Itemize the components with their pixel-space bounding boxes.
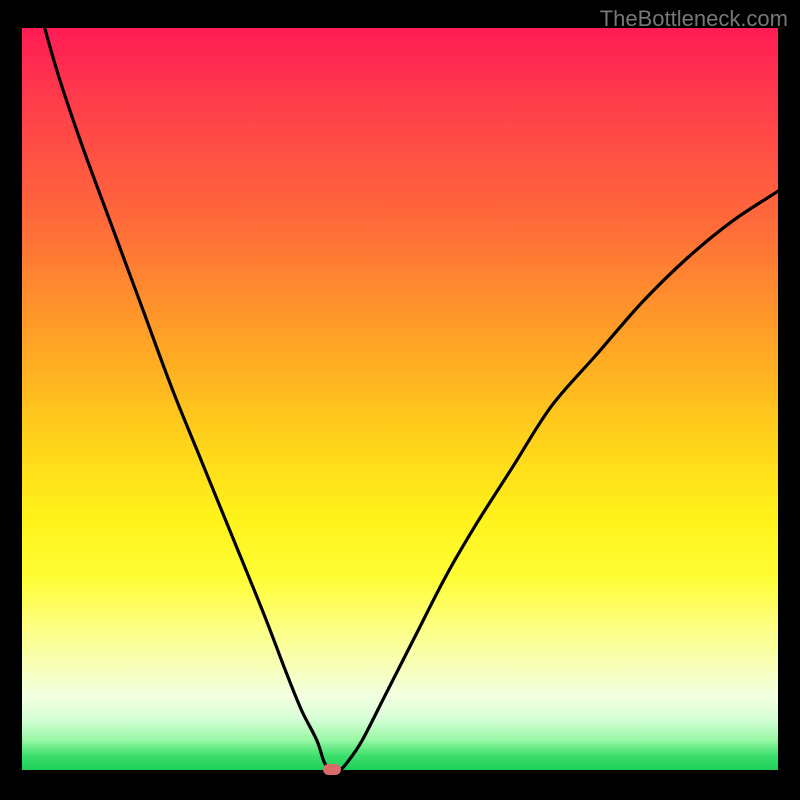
chart-frame <box>22 28 778 784</box>
curve-svg <box>22 28 778 770</box>
watermark-text: TheBottleneck.com <box>600 6 788 32</box>
bottleneck-curve <box>45 28 778 771</box>
bottleneck-marker <box>323 764 341 775</box>
